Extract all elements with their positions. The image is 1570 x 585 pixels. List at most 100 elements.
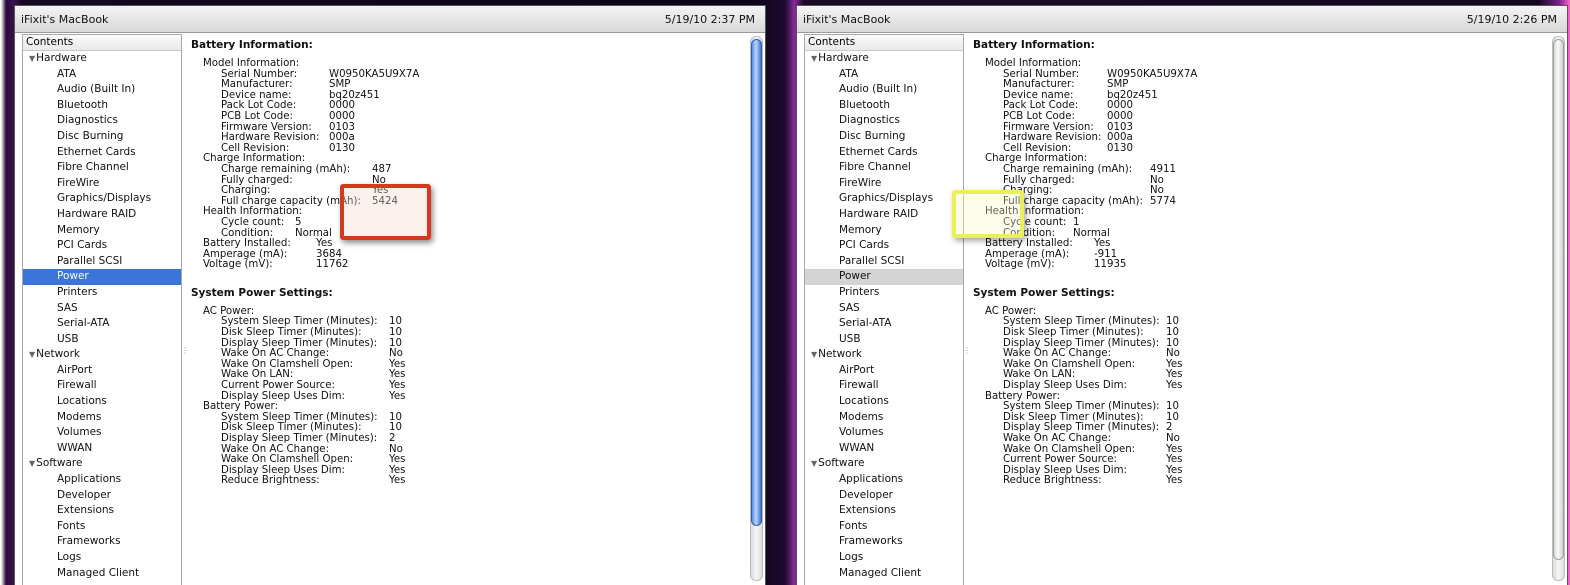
tree-item-locations[interactable]: Locations (23, 394, 181, 410)
disclosure-triangle-icon[interactable]: ▼ (811, 459, 817, 468)
scrollbar[interactable] (1552, 36, 1565, 581)
tree-item-logs[interactable]: Logs (805, 550, 963, 566)
resize-handle-icon[interactable]: ⋮ (181, 346, 189, 355)
field-value: Yes (1166, 380, 1183, 392)
field-label: Wake On AC Change: (1003, 433, 1111, 444)
tree-item-applications[interactable]: Applications (805, 472, 963, 488)
pane-splitter[interactable]: ⋮ (963, 34, 971, 585)
section-title: System Power Settings: (973, 286, 1115, 299)
tree-item-serial-ata[interactable]: Serial-ATA (805, 316, 963, 332)
tree-item-ethernet-cards[interactable]: Ethernet Cards (23, 145, 181, 161)
tree-item-firewall[interactable]: Firewall (23, 378, 181, 394)
tree-category-software[interactable]: ▼Software (805, 456, 963, 472)
tree-item-disc-burning[interactable]: Disc Burning (805, 129, 963, 145)
tree-item-wwan[interactable]: WWAN (805, 441, 963, 457)
tree-item-fonts[interactable]: Fonts (805, 519, 963, 535)
tree-item-firewall[interactable]: Firewall (805, 378, 963, 394)
disclosure-triangle-icon[interactable]: ▼ (811, 350, 817, 359)
tree-item-bluetooth[interactable]: Bluetooth (23, 98, 181, 114)
tree-item-airport[interactable]: AirPort (805, 363, 963, 379)
tree-item-modems[interactable]: Modems (805, 410, 963, 426)
tree-category-network[interactable]: ▼Network (23, 347, 181, 363)
tree-item-fonts[interactable]: Fonts (23, 519, 181, 535)
tree-item-printers[interactable]: Printers (805, 285, 963, 301)
tree-item-frameworks[interactable]: Frameworks (23, 534, 181, 550)
tree-item-locations[interactable]: Locations (805, 394, 963, 410)
tree-item-volumes[interactable]: Volumes (805, 425, 963, 441)
tree-category-hardware[interactable]: ▼Hardware (23, 51, 181, 67)
tree-item-airport[interactable]: AirPort (23, 363, 181, 379)
field-value: 5 (295, 216, 302, 228)
tree-item-pci-cards[interactable]: PCI Cards (805, 238, 963, 254)
tree-item-pci-cards[interactable]: PCI Cards (23, 238, 181, 254)
tree-category-hardware[interactable]: ▼Hardware (805, 51, 963, 67)
tree-item-applications[interactable]: Applications (23, 472, 181, 488)
tree-item-developer[interactable]: Developer (23, 488, 181, 504)
tree-item-graphics-displays[interactable]: Graphics/Displays (805, 191, 963, 207)
tree-item-diagnostics[interactable]: Diagnostics (805, 113, 963, 129)
disclosure-triangle-icon[interactable]: ▼ (29, 459, 35, 468)
group-header: Model Information: (973, 58, 1553, 70)
field-value: 11935 (1094, 259, 1127, 271)
title-bar[interactable]: iFixit's MacBook 5/19/10 2:26 PM (797, 6, 1567, 33)
tree-item-power[interactable]: Power (23, 269, 181, 285)
tree-item-audio-built-in-[interactable]: Audio (Built In) (23, 82, 181, 98)
tree-item-hardware-raid[interactable]: Hardware RAID (805, 207, 963, 223)
title-bar[interactable]: iFixit's MacBook 5/19/10 2:37 PM (15, 6, 765, 33)
tree-item-bluetooth[interactable]: Bluetooth (805, 98, 963, 114)
tree-item-fibre-channel[interactable]: Fibre Channel (805, 160, 963, 176)
tree-item-extensions[interactable]: Extensions (805, 503, 963, 519)
tree-item-parallel-scsi[interactable]: Parallel SCSI (805, 254, 963, 270)
disclosure-triangle-icon[interactable]: ▼ (29, 54, 35, 63)
resize-handle-icon[interactable]: ⋮ (963, 346, 971, 355)
tree-item-developer[interactable]: Developer (805, 488, 963, 504)
tree-item-firewire[interactable]: FireWire (805, 176, 963, 192)
sidebar-header[interactable]: Contents (805, 35, 963, 51)
disclosure-triangle-icon[interactable]: ▼ (29, 350, 35, 359)
tree-item-memory[interactable]: Memory (23, 223, 181, 239)
timestamp: 5/19/10 2:37 PM (664, 13, 755, 26)
tree-item-usb[interactable]: USB (805, 332, 963, 348)
tree-item-sas[interactable]: SAS (23, 301, 181, 317)
tree-item-extensions[interactable]: Extensions (23, 503, 181, 519)
scrollbar-thumb[interactable] (1553, 39, 1564, 560)
tree-item-diagnostics[interactable]: Diagnostics (23, 113, 181, 129)
tree-item-printers[interactable]: Printers (23, 285, 181, 301)
tree-item-usb[interactable]: USB (23, 332, 181, 348)
tree-category-software[interactable]: ▼Software (23, 456, 181, 472)
tree-item-power[interactable]: Power (805, 269, 963, 285)
detail-pane: Battery Information: Model Information: Se… (973, 34, 1553, 585)
tree-item-serial-ata[interactable]: Serial-ATA (23, 316, 181, 332)
contents-tree: ▼Hardware ATA Audio (Built In) Bluetooth Dia… (23, 51, 181, 581)
tree-item-graphics-displays[interactable]: Graphics/Displays (23, 191, 181, 207)
disclosure-triangle-icon[interactable]: ▼ (811, 54, 817, 63)
scrollbar-thumb[interactable] (751, 39, 762, 526)
tree-category-label: Hardware (36, 52, 87, 64)
tree-item-volumes[interactable]: Volumes (23, 425, 181, 441)
tree-item-ethernet-cards[interactable]: Ethernet Cards (805, 145, 963, 161)
tree-item-disc-burning[interactable]: Disc Burning (23, 129, 181, 145)
tree-item-fibre-channel[interactable]: Fibre Channel (23, 160, 181, 176)
tree-item-modems[interactable]: Modems (23, 410, 181, 426)
tree-item-managed-client[interactable]: Managed Client (23, 566, 181, 582)
charge-info-row: Fully charged: No (191, 175, 751, 187)
tree-item-firewire[interactable]: FireWire (23, 176, 181, 192)
tree-item-memory[interactable]: Memory (805, 223, 963, 239)
tree-category-network[interactable]: ▼Network (805, 347, 963, 363)
tree-item-parallel-scsi[interactable]: Parallel SCSI (23, 254, 181, 270)
tree-item-ata[interactable]: ATA (805, 67, 963, 83)
tree-item-logs[interactable]: Logs (23, 550, 181, 566)
tree-item-wwan[interactable]: WWAN (23, 441, 181, 457)
tree-item-hardware-raid[interactable]: Hardware RAID (23, 207, 181, 223)
tree-item-frameworks[interactable]: Frameworks (805, 534, 963, 550)
tree-item-audio-built-in-[interactable]: Audio (Built In) (805, 82, 963, 98)
field-label: PCB Lot Code: (1003, 110, 1075, 122)
tree-item-ata[interactable]: ATA (23, 67, 181, 83)
sidebar-header[interactable]: Contents (23, 35, 181, 51)
field-value: Yes (389, 390, 406, 402)
pane-splitter[interactable]: ⋮ (181, 34, 189, 585)
tree-item-managed-client[interactable]: Managed Client (805, 566, 963, 582)
scrollbar[interactable] (750, 36, 763, 581)
tree-item-sas[interactable]: SAS (805, 301, 963, 317)
